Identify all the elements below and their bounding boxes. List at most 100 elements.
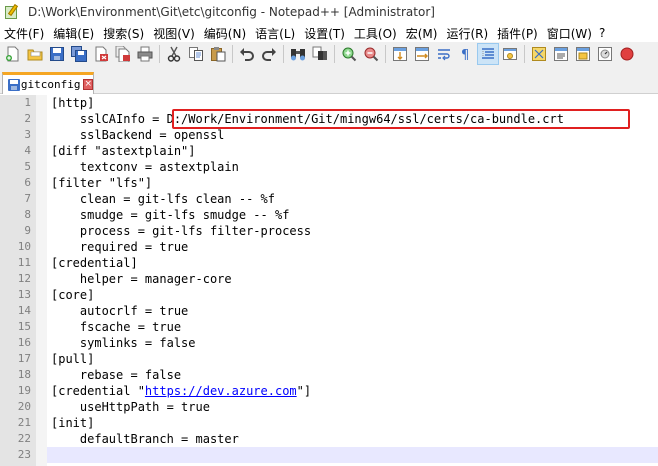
- editor-lines: 1 [http] 2 sslCAInfo = D:/Work/Environmen…: [0, 95, 658, 463]
- line-text[interactable]: sslCAInfo = D:/Work/Environment/Git/ming…: [47, 111, 658, 127]
- replace-button[interactable]: [309, 43, 331, 65]
- line-text[interactable]: [47, 447, 658, 463]
- word-wrap-button[interactable]: [433, 43, 455, 65]
- editor-line: 5 textconv = astextplain: [0, 159, 658, 175]
- doc-map-button[interactable]: [528, 43, 550, 65]
- line-number: 4: [24, 144, 31, 157]
- line-number: 23: [17, 448, 31, 461]
- line-text[interactable]: clean = git-lfs clean -- %f: [47, 191, 658, 207]
- sync-horizontal-icon: [415, 47, 429, 61]
- line-text[interactable]: rebase = false: [47, 367, 658, 383]
- menu-language[interactable]: 语言(L): [251, 25, 300, 42]
- new-file-button[interactable]: [2, 43, 24, 65]
- menu-tools[interactable]: 工具(O): [350, 25, 402, 42]
- save-button[interactable]: [46, 43, 68, 65]
- doc-map-icon: [532, 47, 546, 61]
- line-text[interactable]: [credential]: [47, 255, 658, 271]
- line-text[interactable]: autocrlf = true: [47, 303, 658, 319]
- undo-button[interactable]: [236, 43, 258, 65]
- editor-line: 9 process = git-lfs filter-process: [0, 223, 658, 239]
- line-text[interactable]: [init]: [47, 415, 658, 431]
- sync-vertical-button[interactable]: [389, 43, 411, 65]
- tab-gitconfig[interactable]: gitconfig ×: [2, 72, 94, 94]
- tab-close-icon[interactable]: ×: [83, 79, 93, 90]
- editor-area[interactable]: 1 [http] 2 sslCAInfo = D:/Work/Environmen…: [0, 95, 658, 466]
- menu-settings[interactable]: 设置(T): [300, 25, 350, 42]
- window-title: D:\Work\Environment\Git\etc\gitconfig - …: [28, 5, 435, 19]
- line-text[interactable]: fscache = true: [47, 319, 658, 335]
- close-all-button[interactable]: [112, 43, 134, 65]
- menu-run[interactable]: 运行(R): [442, 25, 493, 42]
- function-list-icon: [554, 47, 568, 61]
- find-icon: [291, 49, 305, 61]
- editor-line: 12 helper = manager-core: [0, 271, 658, 287]
- show-all-chars-icon: ¶: [461, 48, 469, 62]
- line-text[interactable]: [diff "astextplain"]: [47, 143, 658, 159]
- editor-line: 1 [http]: [0, 95, 658, 111]
- line-text[interactable]: textconv = astextplain: [47, 159, 658, 175]
- zoom-out-button[interactable]: [360, 43, 382, 65]
- line-number: 9: [24, 224, 31, 237]
- open-file-icon: [27, 49, 43, 61]
- line-number: 18: [17, 368, 31, 381]
- show-all-chars-button[interactable]: ¶: [455, 43, 477, 65]
- line-number: 8: [24, 208, 31, 221]
- line-text[interactable]: [pull]: [47, 351, 658, 367]
- sync-horizontal-button[interactable]: [411, 43, 433, 65]
- menu-window[interactable]: 窗口(W): [543, 25, 597, 42]
- line-text[interactable]: required = true: [47, 239, 658, 255]
- line-text[interactable]: [credential "https://dev.azure.com"]: [47, 383, 658, 399]
- menu-search[interactable]: 搜索(S): [99, 25, 149, 42]
- sync-vertical-icon: [393, 47, 407, 61]
- monitoring-button[interactable]: [594, 43, 616, 65]
- menu-plugins[interactable]: 插件(P): [493, 25, 543, 42]
- line-number: 5: [24, 160, 31, 173]
- editor-line: 3 sslBackend = openssl: [0, 127, 658, 143]
- print-button[interactable]: [134, 43, 156, 65]
- zoom-in-button[interactable]: [338, 43, 360, 65]
- line-text[interactable]: sslBackend = openssl: [47, 127, 658, 143]
- zoom-out-icon: [364, 47, 379, 62]
- line-text[interactable]: defaultBranch = master: [47, 431, 658, 447]
- indent-guide-button[interactable]: [477, 43, 499, 65]
- toolbar-separator: [283, 45, 284, 63]
- menu-encoding[interactable]: 编码(N): [200, 25, 251, 42]
- folder-workspace-button[interactable]: [572, 43, 594, 65]
- copy-icon: [189, 47, 203, 61]
- close-button[interactable]: [90, 43, 112, 65]
- editor-line: 10 required = true: [0, 239, 658, 255]
- line-text[interactable]: [core]: [47, 287, 658, 303]
- copy-button[interactable]: [185, 43, 207, 65]
- cut-icon: [167, 46, 181, 62]
- menu-view[interactable]: 视图(V): [149, 25, 200, 42]
- editor-line: 4 [diff "astextplain"]: [0, 143, 658, 159]
- url-link[interactable]: https://dev.azure.com: [145, 384, 297, 398]
- line-text[interactable]: process = git-lfs filter-process: [47, 223, 658, 239]
- menu-macro[interactable]: 宏(M): [402, 25, 443, 42]
- function-list-button[interactable]: [550, 43, 572, 65]
- line-text[interactable]: [filter "lfs"]: [47, 175, 658, 191]
- record-macro-button[interactable]: [616, 43, 638, 65]
- save-all-button[interactable]: [68, 43, 90, 65]
- find-button[interactable]: [287, 43, 309, 65]
- cut-button[interactable]: [163, 43, 185, 65]
- svg-text:¶: ¶: [461, 48, 469, 62]
- toolbar: ¶: [0, 42, 658, 66]
- line-text[interactable]: helper = manager-core: [47, 271, 658, 287]
- toolbar-separator: [232, 45, 233, 63]
- menu-file[interactable]: 文件(F): [0, 25, 49, 42]
- line-text[interactable]: useHttpPath = true: [47, 399, 658, 415]
- menu-edit[interactable]: 编辑(E): [49, 25, 99, 42]
- line-text[interactable]: symlinks = false: [47, 335, 658, 351]
- line-text[interactable]: [http]: [47, 95, 658, 111]
- open-file-button[interactable]: [24, 43, 46, 65]
- close-all-icon: [115, 46, 130, 62]
- redo-button[interactable]: [258, 43, 280, 65]
- user-lang-button[interactable]: [499, 43, 521, 65]
- paste-button[interactable]: [207, 43, 229, 65]
- line-number: 19: [17, 384, 31, 397]
- menu-help[interactable]: ?: [597, 26, 610, 40]
- undo-icon: [240, 48, 254, 61]
- line-text[interactable]: smudge = git-lfs smudge -- %f: [47, 207, 658, 223]
- tab-bar: gitconfig ×: [0, 66, 658, 94]
